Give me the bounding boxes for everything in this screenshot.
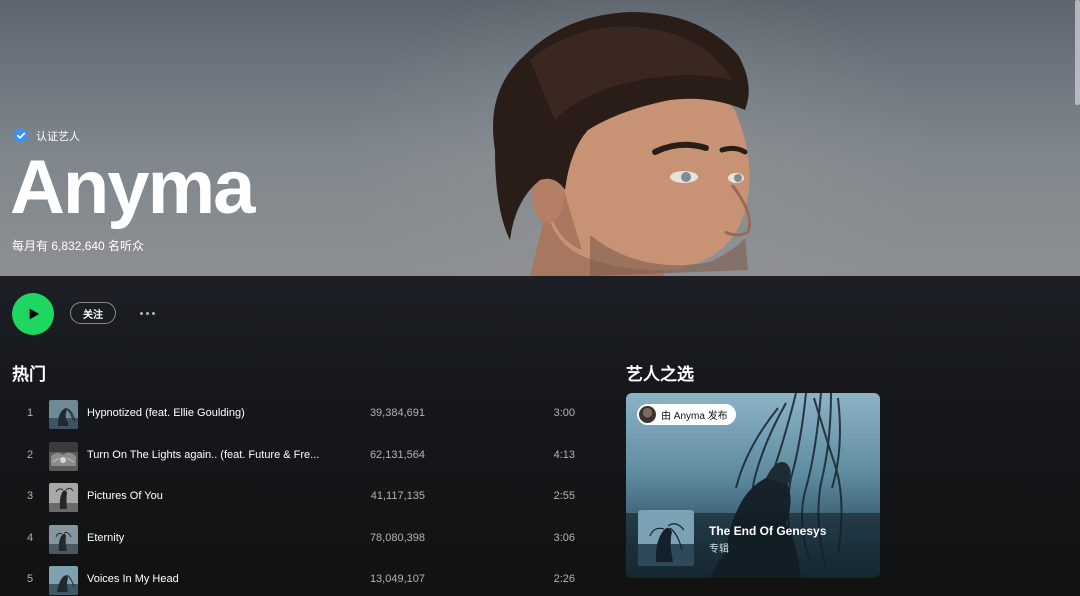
popular-track-list: 1 Hypnotized (feat. Ellie Goulding) 39,3… [0,393,600,596]
track-number: 3 [26,490,34,502]
artist-hero: 认证艺人 Anyma 每月有 6,832,640 名听众 [0,0,1080,276]
track-row[interactable]: 5 Voices In My Head 13,049,107 2:26 [0,559,600,596]
track-cover [49,566,78,595]
track-number: 2 [26,448,34,461]
track-number: 5 [26,573,34,585]
artist-avatar [639,406,656,423]
artist-pick-badge-text: 由 Anyma 发布 [661,411,728,422]
more-options-icon[interactable] [134,305,160,321]
track-play-count: 78,080,398 [369,531,425,544]
track-row[interactable]: 4 Eternity 78,080,398 3:06 [0,518,600,560]
track-duration: 2:55 [553,490,575,502]
popular-section-title: 热门 [12,365,46,384]
follow-button[interactable]: 关注 [70,302,116,324]
play-icon [29,308,40,320]
album-cover[interactable] [638,510,694,566]
album-title[interactable]: The End Of Genesys [709,524,826,538]
track-title[interactable]: Eternity [87,532,337,544]
track-play-count: 13,049,107 [369,573,425,585]
track-play-count: 62,131,564 [369,448,425,461]
track-title[interactable]: Pictures Of You [87,490,337,502]
track-row[interactable]: 3 Pictures Of You 41,117,135 2:55 [0,476,600,518]
track-duration: 3:06 [553,531,575,544]
artist-pick-title: 艺人之选 [626,365,694,384]
artist-page: 认证艺人 Anyma 每月有 6,832,640 名听众 关注 热门 1 Hyp… [0,0,1080,596]
artist-content: 关注 热门 1 Hypnotized (feat. Ellie Goulding… [0,276,1080,596]
track-cover [49,400,78,429]
track-row[interactable]: 2 Turn On The Lights again.. (feat. Futu… [0,435,600,477]
track-row[interactable]: 1 Hypnotized (feat. Ellie Goulding) 39,3… [0,393,600,435]
monthly-listeners: 每月有 6,832,640 名听众 [12,239,145,253]
track-title[interactable]: Hypnotized (feat. Ellie Goulding) [87,407,337,419]
track-play-count: 41,117,135 [370,490,425,502]
track-title[interactable]: Turn On The Lights again.. (feat. Future… [87,449,337,461]
track-duration: 3:00 [553,407,575,419]
track-cover [49,441,78,471]
track-duration: 4:13 [553,448,575,461]
track-duration: 2:26 [553,573,575,585]
scrollbar-thumb[interactable] [1075,0,1080,105]
play-button[interactable] [12,293,54,335]
artist-name: Anyma [10,145,255,230]
album-type: 专辑 [709,544,729,555]
artist-pick-badge: 由 Anyma 发布 [637,404,736,425]
track-cover [49,483,78,512]
track-number: 1 [26,407,34,419]
artist-pick-card[interactable]: 由 Anyma 发布 The End Of Genesys 专辑 [626,393,880,578]
track-cover [49,524,78,554]
artist-portrait [493,12,752,276]
track-number: 4 [26,531,34,544]
track-title[interactable]: Voices In My Head [87,573,337,585]
track-play-count: 39,384,691 [369,407,425,419]
